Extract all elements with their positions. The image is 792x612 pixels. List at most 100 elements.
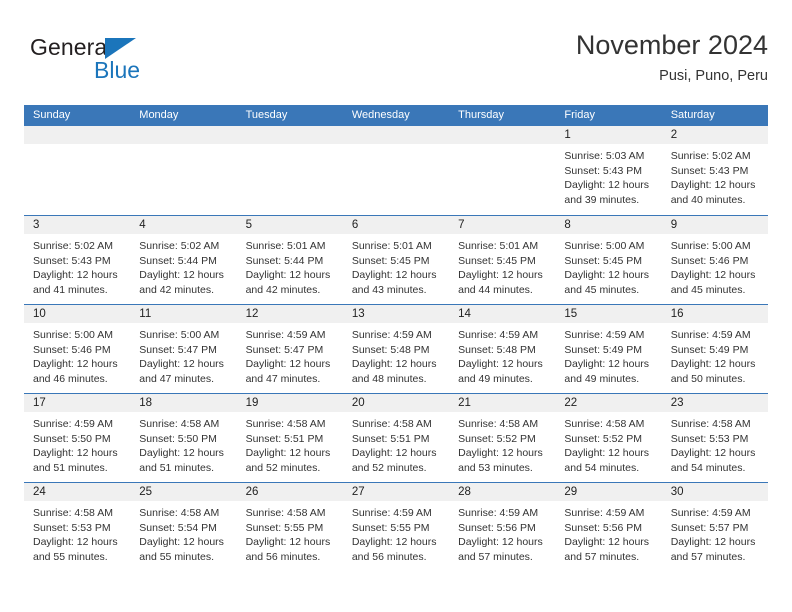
day-detail-lines: Sunrise: 4:59 AM Sunset: 5:50 PM Daylight:… (24, 412, 130, 475)
day-detail-line: Sunrise: 5:00 AM (670, 240, 751, 252)
calendar-page: General Blue November 2024 Pusi, Puno, P… (0, 0, 792, 612)
day-cell[interactable]: 30 Sunrise: 4:59 AM Sunset: 5:57 PM Dayligh… (661, 483, 768, 571)
day-number-strip: 22 (555, 394, 662, 412)
day-cell[interactable]: 2 Sunrise: 5:02 AM Sunset: 5:43 PM Daylight… (661, 126, 768, 215)
day-cell[interactable]: 12 Sunrise: 4:59 AM Sunset: 5:47 PM Dayligh… (236, 305, 343, 393)
day-detail-line: Sunrise: 4:59 AM (670, 507, 751, 519)
day-detail-lines: Sunrise: 4:59 AM Sunset: 5:55 PM Daylight:… (343, 501, 449, 564)
day-detail-line: and 39 minutes. (564, 193, 640, 206)
day-detail-line: Daylight: 12 hours (458, 269, 543, 282)
day-detail-line: Sunset: 5:43 PM (33, 254, 111, 267)
day-detail-line: Sunset: 5:47 PM (139, 343, 217, 356)
weekday-header-thursday: Thursday (458, 109, 504, 121)
day-detail-line: Sunset: 5:50 PM (139, 432, 217, 445)
week-row: 3 Sunrise: 5:02 AM Sunset: 5:43 PM Daylight… (24, 215, 768, 304)
day-cell[interactable]: 1 Sunrise: 5:03 AM Sunset: 5:43 PM Daylight… (555, 126, 662, 215)
day-detail-line: Sunrise: 5:01 AM (245, 240, 326, 252)
day-number-strip: 11 (130, 305, 237, 323)
day-number: 24 (33, 486, 46, 498)
day-detail-line: Sunrise: 4:58 AM (670, 418, 751, 430)
day-detail-lines: Sunrise: 4:59 AM Sunset: 5:49 PM Daylight:… (662, 323, 768, 386)
day-detail-lines: Sunrise: 4:58 AM Sunset: 5:50 PM Daylight:… (130, 412, 236, 475)
page-subtitle-location: Pusi, Puno, Peru (659, 68, 768, 84)
day-detail-line: Sunrise: 4:58 AM (33, 507, 113, 519)
day-number-strip: 25 (130, 483, 237, 501)
day-cell[interactable]: 13 Sunrise: 4:59 AM Sunset: 5:48 PM Dayligh… (342, 305, 450, 393)
day-number-strip: 16 (661, 305, 768, 323)
day-cell[interactable]: 5 Sunrise: 5:01 AM Sunset: 5:44 PM Daylight… (236, 216, 343, 304)
day-number: 11 (139, 308, 152, 320)
day-cell[interactable]: 27 Sunrise: 4:59 AM Sunset: 5:55 PM Dayligh… (342, 483, 450, 571)
day-cell[interactable]: 18 Sunrise: 4:58 AM Sunset: 5:50 PM Dayligh… (130, 394, 237, 482)
day-detail-line: and 55 minutes. (139, 550, 214, 563)
day-detail-line: Sunset: 5:49 PM (670, 343, 749, 356)
day-cell[interactable]: 20 Sunrise: 4:58 AM Sunset: 5:51 PM Dayligh… (342, 394, 450, 482)
day-number: 30 (670, 486, 684, 498)
day-detail-lines: Sunrise: 4:59 AM Sunset: 5:49 PM Daylight:… (555, 323, 661, 386)
day-cell-empty (130, 126, 237, 215)
day-detail-line: and 49 minutes. (564, 372, 640, 385)
day-number: 9 (670, 219, 678, 231)
day-cell[interactable]: 10 Sunrise: 5:00 AM Sunset: 5:46 PM Dayligh… (24, 305, 131, 393)
day-cell[interactable]: 24 Sunrise: 4:58 AM Sunset: 5:53 PM Dayligh… (24, 483, 131, 571)
day-detail-line: and 51 minutes. (33, 461, 108, 474)
day-detail-lines: Sunrise: 4:58 AM Sunset: 5:51 PM Daylight:… (343, 412, 449, 475)
day-number-strip: 27 (342, 483, 450, 501)
day-number: 1 (564, 129, 571, 141)
day-detail-line: Sunset: 5:56 PM (564, 521, 643, 534)
day-cell[interactable]: 7 Sunrise: 5:01 AM Sunset: 5:45 PM Daylight… (449, 216, 556, 304)
day-detail-line: Daylight: 12 hours (139, 536, 224, 549)
day-number: 10 (33, 308, 46, 320)
day-detail-lines: Sunrise: 5:02 AM Sunset: 5:43 PM Daylight:… (662, 144, 768, 207)
day-cell[interactable]: 4 Sunrise: 5:02 AM Sunset: 5:44 PM Daylight… (130, 216, 237, 304)
day-detail-line: and 53 minutes. (458, 461, 533, 474)
day-cell[interactable]: 29 Sunrise: 4:59 AM Sunset: 5:56 PM Dayligh… (555, 483, 662, 571)
day-detail-line: and 50 minutes. (670, 372, 746, 385)
day-detail-line: Sunset: 5:55 PM (351, 521, 430, 534)
day-detail-line: Daylight: 12 hours (564, 269, 650, 282)
day-detail-line: and 56 minutes. (351, 550, 427, 563)
day-cell[interactable]: 15 Sunrise: 4:59 AM Sunset: 5:49 PM Dayligh… (555, 305, 662, 393)
day-detail-line: and 45 minutes. (564, 283, 640, 296)
calendar-grid: Sunday Monday Tuesday Wednesday Thursday Frid… (24, 105, 768, 571)
day-cell[interactable]: 6 Sunrise: 5:01 AM Sunset: 5:45 PM Daylight… (342, 216, 450, 304)
day-detail-line: Daylight: 12 hours (139, 269, 224, 282)
day-cell[interactable]: 14 Sunrise: 4:59 AM Sunset: 5:48 PM Dayligh… (449, 305, 556, 393)
day-detail-line: Sunset: 5:44 PM (139, 254, 217, 267)
day-detail-lines: Sunrise: 5:01 AM Sunset: 5:44 PM Daylight:… (237, 234, 343, 297)
day-detail-lines: Sunrise: 5:00 AM Sunset: 5:45 PM Daylight:… (555, 234, 661, 297)
day-detail-line: Sunrise: 4:58 AM (458, 418, 539, 430)
day-cell[interactable]: 19 Sunrise: 4:58 AM Sunset: 5:51 PM Dayligh… (236, 394, 343, 482)
day-detail-line: and 52 minutes. (245, 461, 321, 474)
day-cell[interactable]: 28 Sunrise: 4:59 AM Sunset: 5:56 PM Dayligh… (449, 483, 556, 571)
day-number: 4 (139, 219, 146, 231)
day-cell[interactable]: 16 Sunrise: 4:59 AM Sunset: 5:49 PM Dayligh… (661, 305, 768, 393)
day-cell[interactable]: 21 Sunrise: 4:58 AM Sunset: 5:52 PM Dayligh… (449, 394, 556, 482)
day-detail-line: Sunrise: 4:59 AM (670, 329, 751, 341)
day-detail-line: Sunset: 5:52 PM (564, 432, 643, 445)
day-cell[interactable]: 3 Sunrise: 5:02 AM Sunset: 5:43 PM Daylight… (24, 216, 131, 304)
day-detail-line: Sunrise: 5:01 AM (458, 240, 539, 252)
day-cell[interactable]: 22 Sunrise: 4:58 AM Sunset: 5:52 PM Dayligh… (555, 394, 662, 482)
day-cell[interactable]: 8 Sunrise: 5:00 AM Sunset: 5:45 PM Daylight… (555, 216, 662, 304)
day-detail-lines: Sunrise: 4:59 AM Sunset: 5:56 PM Daylight:… (555, 501, 661, 564)
day-detail-line: Sunset: 5:53 PM (33, 521, 111, 534)
day-detail-line: Sunrise: 5:00 AM (139, 329, 220, 341)
day-cell[interactable]: 11 Sunrise: 5:00 AM Sunset: 5:47 PM Dayligh… (130, 305, 237, 393)
day-detail-lines: Sunrise: 4:59 AM Sunset: 5:47 PM Daylight:… (237, 323, 343, 386)
day-cell[interactable]: 23 Sunrise: 4:58 AM Sunset: 5:53 PM Dayligh… (661, 394, 768, 482)
day-cell[interactable]: 26 Sunrise: 4:58 AM Sunset: 5:55 PM Dayligh… (236, 483, 343, 571)
day-cell[interactable]: 9 Sunrise: 5:00 AM Sunset: 5:46 PM Daylight… (661, 216, 768, 304)
day-cell[interactable]: 25 Sunrise: 4:58 AM Sunset: 5:54 PM Dayligh… (130, 483, 237, 571)
day-detail-line: and 57 minutes. (670, 550, 746, 563)
day-detail-line: Sunrise: 4:59 AM (351, 329, 432, 341)
day-detail-line: Sunset: 5:57 PM (670, 521, 749, 534)
day-number: 13 (351, 308, 365, 320)
day-detail-lines: Sunrise: 5:01 AM Sunset: 5:45 PM Daylight:… (343, 234, 449, 297)
day-number-strip: 2 (661, 126, 768, 144)
day-detail-line: Sunrise: 4:58 AM (139, 507, 220, 519)
general-blue-logo[interactable]: General Blue (30, 34, 250, 90)
day-detail-line: Daylight: 12 hours (245, 536, 331, 549)
day-detail-lines: Sunrise: 4:59 AM Sunset: 5:56 PM Daylight:… (449, 501, 555, 564)
day-cell[interactable]: 17 Sunrise: 4:59 AM Sunset: 5:50 PM Dayligh… (24, 394, 131, 482)
